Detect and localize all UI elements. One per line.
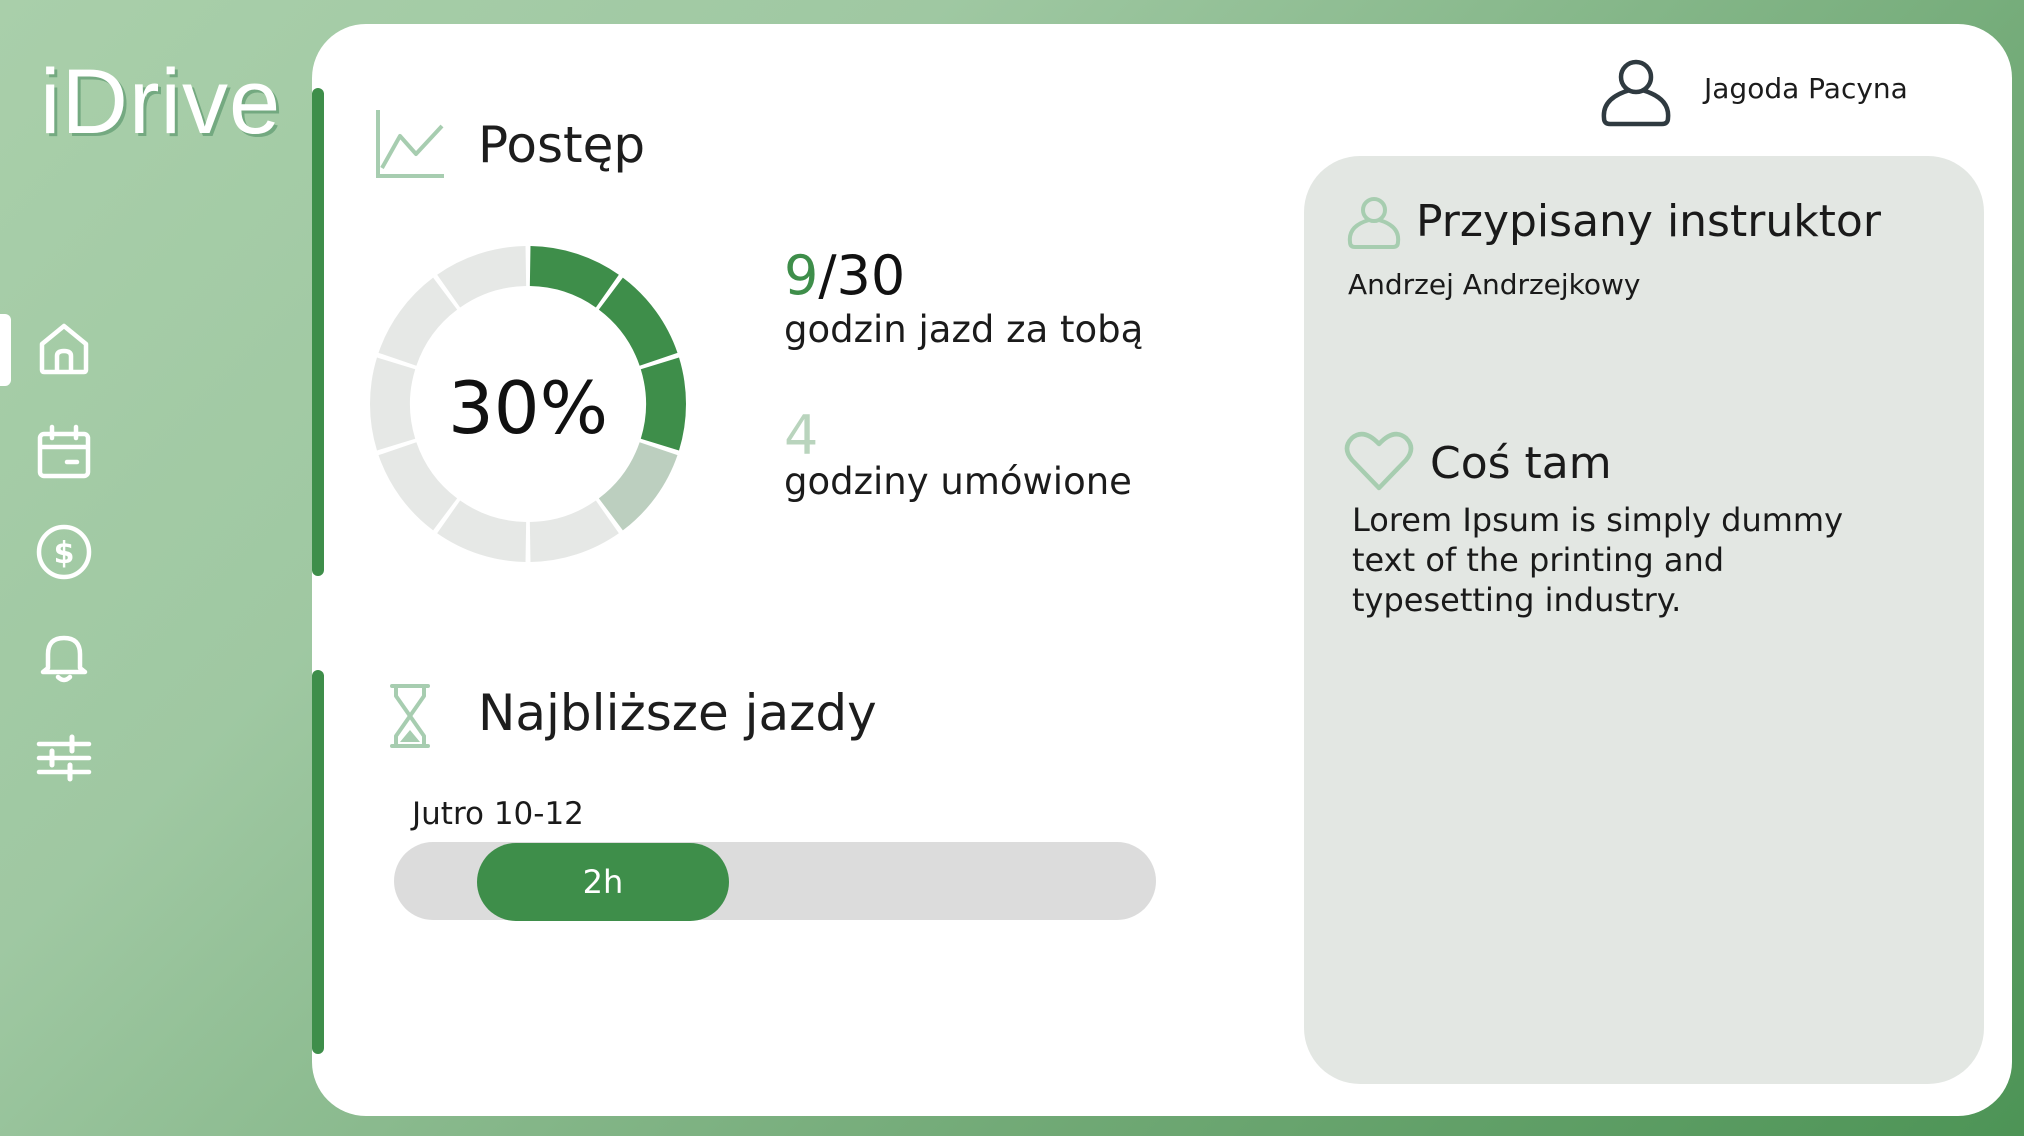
nav-payments-button[interactable]: $ bbox=[34, 522, 94, 582]
ride-time-label: Jutro 10-12 bbox=[412, 796, 584, 832]
nav-calendar-button[interactable] bbox=[34, 422, 94, 482]
donut-segment-completed bbox=[529, 246, 619, 308]
progress-percent: 30% bbox=[447, 366, 609, 450]
dollar-icon: $ bbox=[36, 524, 92, 580]
sliders-icon bbox=[36, 734, 92, 782]
instructor-title: Przypisany instruktor bbox=[1416, 196, 1881, 247]
sidebar: iDrive $ bbox=[0, 0, 312, 1136]
calendar-icon bbox=[37, 424, 91, 479]
app-logo: iDrive bbox=[40, 51, 282, 153]
user-icon[interactable] bbox=[1596, 52, 1676, 132]
misc-body-text: Lorem Ipsum is simply dummy text of the … bbox=[1352, 501, 1844, 619]
hours-done-value: 9 bbox=[784, 244, 819, 307]
hours-total-value: /30 bbox=[818, 244, 906, 307]
hours-done-caption: godzin jazd za tobą bbox=[784, 308, 1144, 351]
progress-accent-bar bbox=[312, 88, 324, 576]
hours-scheduled-value: 4 bbox=[784, 404, 819, 467]
nav-notifications-button[interactable] bbox=[34, 626, 94, 686]
user-name[interactable]: Jagoda Pacyna bbox=[1704, 72, 1908, 105]
hours-scheduled-caption: godziny umówione bbox=[784, 460, 1132, 503]
bell-icon bbox=[40, 635, 88, 683]
hours-done-stat: 9/30 bbox=[784, 244, 905, 307]
donut-segment-remaining bbox=[529, 500, 619, 562]
donut-segment-remaining bbox=[437, 246, 527, 308]
donut-segment-remaining bbox=[378, 277, 458, 366]
ride-duration-pill[interactable]: 2h bbox=[477, 843, 729, 921]
chart-line-icon bbox=[376, 110, 444, 178]
misc-title: Coś tam bbox=[1430, 438, 1612, 489]
upcoming-accent-bar bbox=[312, 670, 324, 1054]
home-icon bbox=[39, 323, 89, 375]
donut-segment-scheduled bbox=[598, 442, 678, 531]
nav-home-button[interactable] bbox=[34, 318, 94, 378]
hourglass-icon bbox=[390, 684, 430, 748]
nav-active-indicator bbox=[0, 314, 11, 386]
donut-segment-remaining bbox=[437, 500, 527, 562]
progress-title: Postęp bbox=[478, 116, 646, 174]
heart-icon bbox=[1344, 431, 1414, 491]
user-outline-icon bbox=[1347, 197, 1401, 249]
donut-segment-remaining bbox=[378, 442, 458, 531]
svg-text:$: $ bbox=[54, 536, 75, 571]
instructor-name: Andrzej Andrzejkowy bbox=[1348, 268, 1641, 301]
upcoming-title: Najbliższe jazdy bbox=[478, 684, 877, 742]
donut-segment-completed bbox=[598, 277, 678, 366]
nav-settings-button[interactable] bbox=[34, 728, 94, 788]
